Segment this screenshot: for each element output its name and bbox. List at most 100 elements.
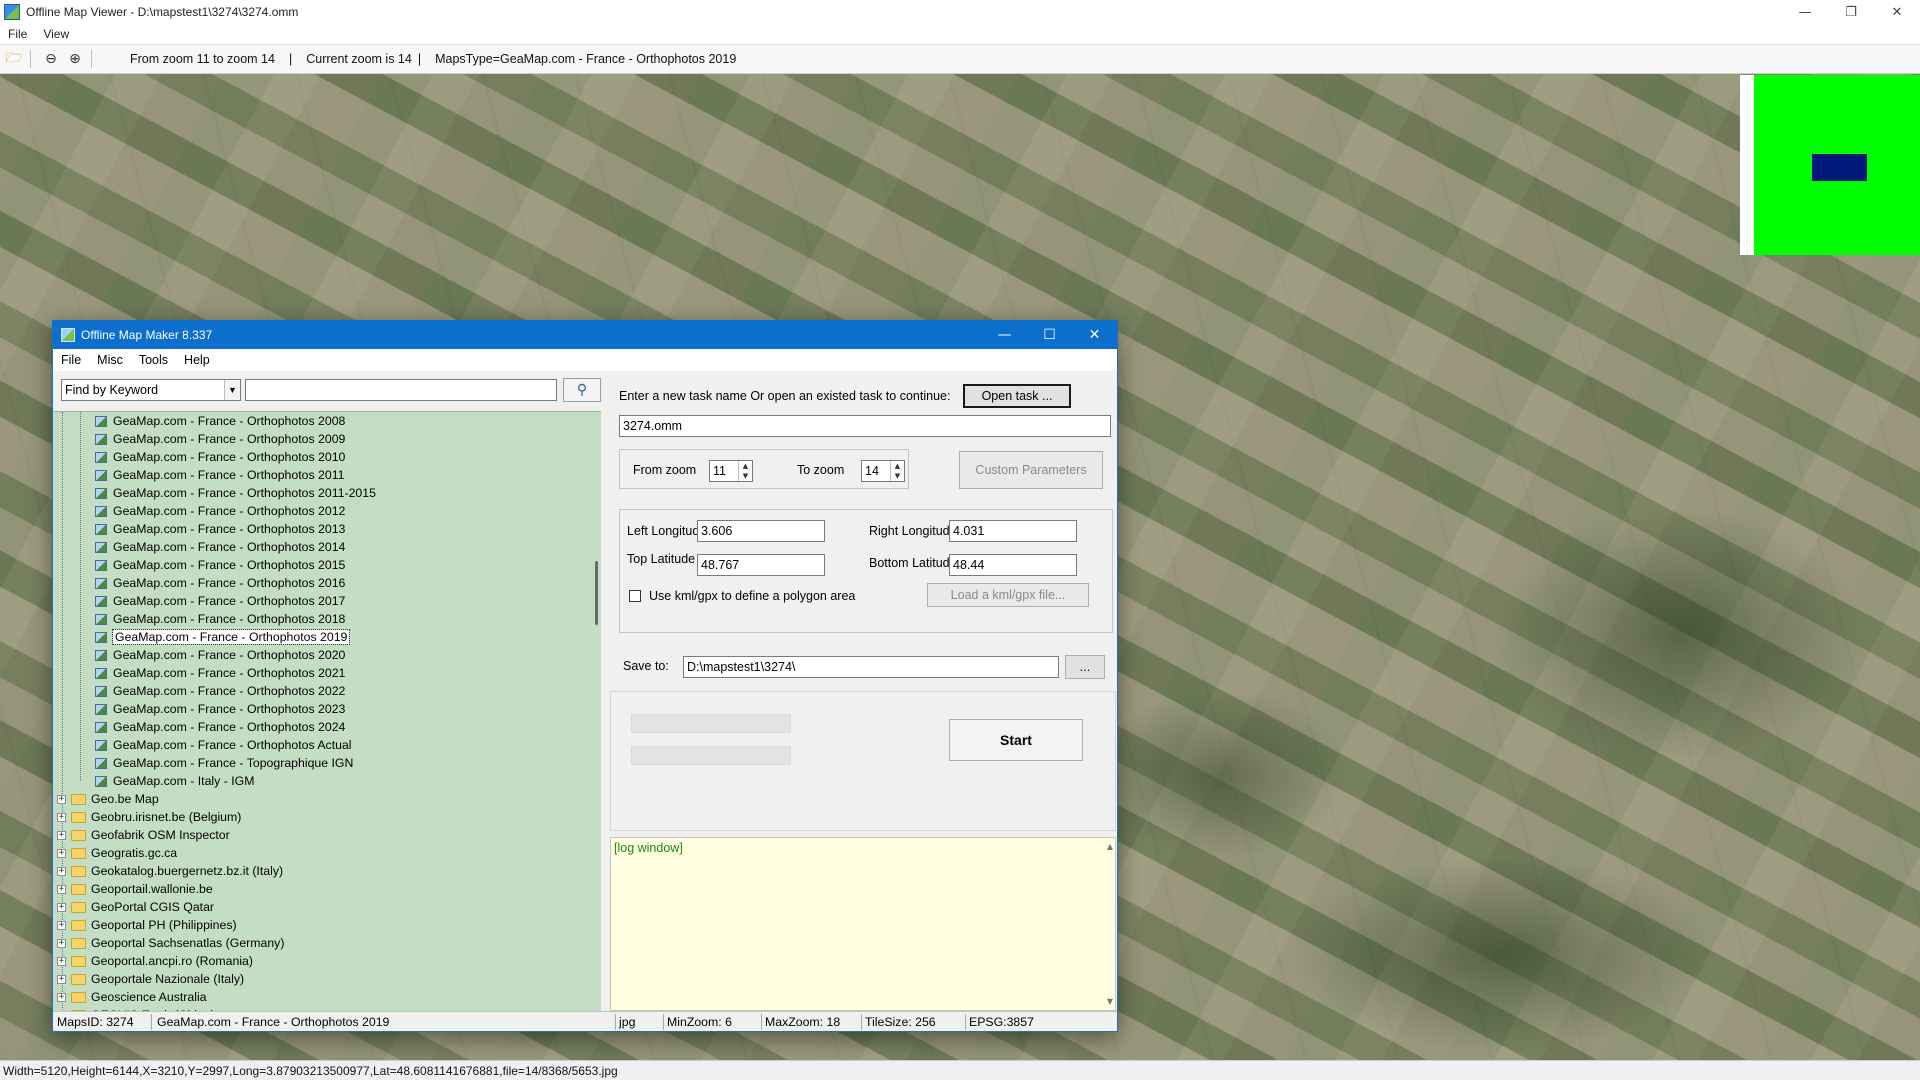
browse-folder-button[interactable]: ...	[1065, 655, 1105, 679]
open-folder-icon[interactable]: 🗁	[4, 49, 24, 69]
expand-plus-icon[interactable]: +	[57, 794, 66, 804]
zoom-in-icon[interactable]: ⊕	[65, 49, 85, 69]
from-zoom-stepper[interactable]: 11 ▲ ▼	[709, 460, 753, 482]
tree-folder[interactable]: + Geoscience Australia	[57, 988, 207, 1006]
minimize-icon[interactable]: —	[982, 321, 1027, 349]
expand-plus-icon[interactable]: +	[57, 956, 66, 966]
tree-item-map-source[interactable]: GeaMap.com - France - Orthophotos 2014	[95, 538, 345, 556]
status-min-zoom: MinZoom: 6	[667, 1015, 732, 1029]
tree-item-map-source[interactable]: GeaMap.com - France - Orthophotos 2019	[95, 628, 351, 646]
left-longitude-input[interactable]: 3.606	[697, 520, 825, 542]
tree-folder[interactable]: + Geoportail.wallonie.be	[57, 880, 213, 898]
tree-item-map-source[interactable]: GeaMap.com - France - Orthophotos 2011	[95, 466, 344, 484]
tree-item-map-source[interactable]: GeaMap.com - France - Orthophotos 2011-2…	[95, 484, 376, 502]
stepper-arrows-icon[interactable]: ▲ ▼	[738, 461, 752, 481]
map-tile-icon	[95, 631, 107, 643]
tree-item-map-source[interactable]: GeaMap.com - France - Orthophotos 2017	[95, 592, 345, 610]
tree-folder[interactable]: + Geoportal.ancpi.ro (Romania)	[57, 952, 253, 970]
maker-menu-tools[interactable]: Tools	[131, 353, 176, 367]
maker-menu-misc[interactable]: Misc	[89, 353, 131, 367]
tree-item-map-source[interactable]: GeaMap.com - France - Orthophotos 2016	[95, 574, 345, 592]
right-longitude-input[interactable]: 4.031	[949, 520, 1077, 542]
tree-item-map-source[interactable]: GeaMap.com - France - Orthophotos 2013	[95, 520, 345, 538]
folder-icon	[71, 829, 86, 841]
scroll-down-icon[interactable]: ▼	[1107, 997, 1113, 1006]
tree-item-map-source[interactable]: GeaMap.com - Italy - IGM	[95, 772, 254, 790]
tree-folder[interactable]: + Geoportal Sachsenatlas (Germany)	[57, 934, 284, 952]
scroll-up-icon[interactable]: ▲	[1107, 842, 1113, 851]
close-icon[interactable]: ✕	[1874, 0, 1920, 24]
expand-plus-icon[interactable]: +	[57, 884, 66, 894]
tree-item-map-source[interactable]: GeaMap.com - France - Orthophotos Actual	[95, 736, 352, 754]
tree-folder[interactable]: + Geoportale Nazionale (Italy)	[57, 970, 244, 988]
start-button[interactable]: Start	[949, 719, 1083, 761]
map-tile-icon	[95, 469, 107, 481]
restore-icon[interactable]: ❐	[1828, 0, 1874, 24]
overview-viewport-rect[interactable]	[1812, 154, 1867, 181]
tree-item-map-source[interactable]: GeaMap.com - France - Orthophotos 2022	[95, 682, 345, 700]
tree-item-map-source[interactable]: GeaMap.com - France - Orthophotos 2008	[95, 412, 345, 430]
viewer-app-icon	[4, 4, 20, 20]
expand-plus-icon[interactable]: +	[57, 812, 66, 822]
tree-scrollbar-thumb[interactable]	[595, 561, 598, 625]
tree-folder[interactable]: + Geoportal PH (Philippines)	[57, 916, 237, 934]
use-kml-checkbox[interactable]	[629, 590, 641, 602]
status-divider	[151, 1014, 152, 1030]
search-mode-select[interactable]: Find by Keyword ▼	[61, 379, 241, 401]
map-tile-icon	[95, 541, 107, 553]
close-icon[interactable]: ✕	[1072, 321, 1117, 349]
search-button[interactable]: ⚲	[563, 378, 601, 402]
tree-folder-label: Geoportale Nazionale (Italy)	[91, 972, 245, 986]
tree-folder[interactable]: + Geo.be Map	[57, 790, 159, 808]
expand-plus-icon[interactable]: +	[57, 974, 66, 984]
load-kml-button[interactable]: Load a kml/gpx file...	[927, 583, 1089, 607]
tree-folder[interactable]: + Geofabrik OSM Inspector	[57, 826, 230, 844]
tree-item-map-source[interactable]: GeaMap.com - France - Orthophotos 2024	[95, 718, 345, 736]
chevron-down-icon[interactable]: ▼	[224, 380, 240, 400]
tree-folder[interactable]: + GeoPortal CGIS Qatar	[57, 898, 214, 916]
expand-plus-icon[interactable]: +	[57, 848, 66, 858]
log-window[interactable]: [log window] ▲ ▼	[610, 837, 1116, 1011]
overview-minimap[interactable]	[1740, 75, 1920, 255]
status-divider	[761, 1014, 762, 1030]
expand-plus-icon[interactable]: +	[57, 992, 66, 1002]
expand-plus-icon[interactable]: +	[57, 866, 66, 876]
tree-item-map-source[interactable]: GeaMap.com - France - Orthophotos 2015	[95, 556, 345, 574]
viewer-menu-file[interactable]: File	[0, 27, 35, 41]
top-latitude-input[interactable]: 48.767	[697, 554, 825, 576]
bottom-latitude-input[interactable]: 48.44	[949, 554, 1077, 576]
tree-item-map-source[interactable]: GeaMap.com - France - Orthophotos 2021	[95, 664, 345, 682]
tree-item-map-source[interactable]: GeaMap.com - France - Orthophotos 2012	[95, 502, 345, 520]
tree-item-map-source[interactable]: GeaMap.com - France - Orthophotos 2010	[95, 448, 345, 466]
zoom-out-icon[interactable]: ⊖	[41, 49, 61, 69]
map-tile-icon	[95, 667, 107, 679]
expand-plus-icon[interactable]: +	[57, 830, 66, 840]
viewer-menu-view[interactable]: View	[35, 27, 77, 41]
task-name-input[interactable]: 3274.omm	[619, 415, 1111, 437]
keyword-input[interactable]	[245, 379, 557, 401]
maker-menu-file[interactable]: File	[53, 353, 89, 367]
custom-parameters-button[interactable]: Custom Parameters	[959, 451, 1103, 489]
expand-plus-icon[interactable]: +	[57, 920, 66, 930]
minimize-icon[interactable]: —	[1782, 0, 1828, 24]
tree-scrollbar[interactable]	[593, 411, 601, 1011]
tree-folder[interactable]: + Geokatalog.buergernetz.bz.it (Italy)	[57, 862, 283, 880]
tree-folder[interactable]: + Geobru.irisnet.be (Belgium)	[57, 808, 241, 826]
tree-item-map-source[interactable]: GeaMap.com - France - Topographique IGN	[95, 754, 353, 772]
tree-item-map-source[interactable]: GeaMap.com - France - Orthophotos 2023	[95, 700, 345, 718]
tree-folder[interactable]: + Geogratis.gc.ca	[57, 844, 177, 862]
stepper-arrows-icon[interactable]: ▲ ▼	[890, 461, 904, 481]
maker-menu-help[interactable]: Help	[176, 353, 218, 367]
expand-plus-icon[interactable]: +	[57, 938, 66, 948]
tree-item-map-source[interactable]: GeaMap.com - France - Orthophotos 2020	[95, 646, 345, 664]
tree-item-map-source[interactable]: GeaMap.com - France - Orthophotos 2009	[95, 430, 345, 448]
tree-item-map-source[interactable]: GeaMap.com - France - Orthophotos 2018	[95, 610, 345, 628]
status-maps-id: MapsID: 3274	[57, 1015, 134, 1029]
to-zoom-stepper[interactable]: 14 ▲ ▼	[861, 460, 905, 482]
tree-folder-label: Geoportal Sachsenatlas (Germany)	[91, 936, 285, 950]
open-task-button[interactable]: Open task ...	[963, 384, 1071, 408]
maps-tree[interactable]: GeaMap.com - France - Orthophotos 2008 Ge…	[53, 411, 601, 1011]
expand-plus-icon[interactable]: +	[57, 902, 66, 912]
maximize-icon[interactable]: ☐	[1027, 321, 1072, 349]
save-path-input[interactable]: D:\mapstest1\3274\	[683, 656, 1059, 678]
